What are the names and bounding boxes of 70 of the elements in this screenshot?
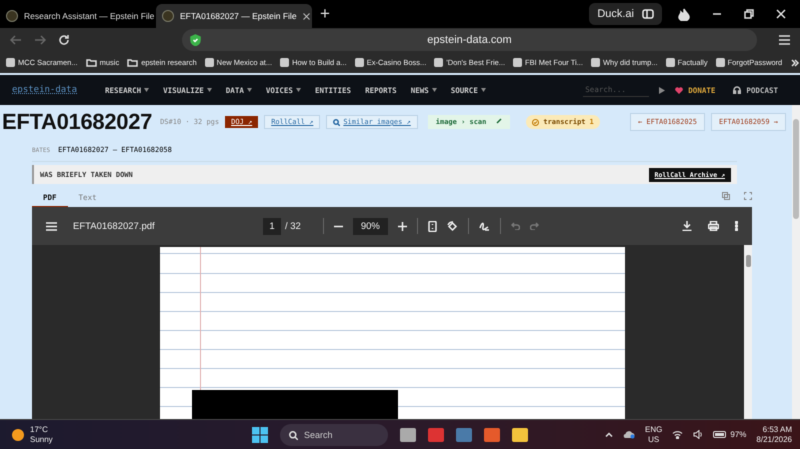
page-scrollbar[interactable] [792,105,800,419]
pdf-filename: EFTA01682027.pdf [73,220,156,232]
menu-icon[interactable] [46,222,57,230]
site-favicon-icon [716,58,725,67]
clock[interactable]: 6:53 AM 8/21/2026 [756,424,792,444]
undo-icon[interactable] [510,222,520,230]
site-favicon-icon [434,58,444,67]
page-total: / 32 [285,220,301,232]
url-text: epstein-data.com [427,34,512,46]
chevron-icon[interactable] [790,58,800,68]
sidebar-icon[interactable] [642,9,654,19]
draw-icon[interactable] [478,221,490,231]
weather-condition: Sunny [30,434,53,444]
search-icon [289,430,298,440]
play-icon[interactable] [659,86,666,94]
tab-favicon-icon [162,10,174,22]
close-icon[interactable] [776,9,786,19]
taskbar-search-field[interactable]: Search [280,424,388,446]
heart-icon [675,86,684,94]
site-favicon-icon [204,58,214,67]
fit-page-icon[interactable] [428,220,437,232]
scrollbar[interactable] [744,245,752,419]
site-favicon-icon [513,58,522,67]
document-title: EFTA01682027 [2,109,152,135]
download-icon[interactable] [682,221,692,231]
weather-widget[interactable]: 17°C Sunny [12,424,252,444]
site-favicon-icon [280,58,290,67]
copy-icon[interactable] [722,192,730,200]
wifi-icon[interactable] [672,430,684,439]
check-circle-icon [532,118,540,126]
windows-start-icon[interactable] [252,426,268,442]
shield-icon [190,34,201,46]
sun-icon [12,428,24,440]
page-number-field[interactable]: 1 [263,218,281,234]
battery-icon[interactable] [713,431,728,438]
restore-icon[interactable] [744,9,754,19]
redo-icon[interactable] [530,222,539,230]
site-favicon-icon [354,58,364,67]
cloud-icon[interactable] [623,430,636,439]
print-icon[interactable] [708,221,719,231]
forward-arrow-icon[interactable] [34,35,46,45]
address-bar[interactable]: epstein-data.com [182,29,757,51]
headphones-icon [733,86,742,94]
site-favicon-icon [6,58,15,67]
site-logo-link[interactable]: epstein-data [12,85,78,95]
browser-tab[interactable]: EFTA01682027 — Epstein File [156,4,312,28]
site-favicon-icon [590,58,600,67]
more-options-icon[interactable] [735,221,738,231]
pencil-icon [496,118,502,124]
rotate-icon[interactable] [446,220,458,232]
menu-icon[interactable] [779,35,790,45]
zoom-level: 90% [352,218,388,234]
fullscreen-icon[interactable] [744,192,752,200]
region-indicator[interactable]: US [645,434,662,444]
zoom-in-icon[interactable] [398,222,407,230]
site-favicon-icon [666,58,675,67]
tab-favicon-icon [6,10,18,22]
reload-icon[interactable] [58,34,70,46]
back-arrow-icon[interactable] [10,35,22,45]
browser-tab[interactable]: Research Assistant — Epstein File [0,4,156,28]
new-tab-button[interactable]: + [320,4,330,24]
temperature: 17°C [30,424,49,434]
battery-percentage: 97% [730,430,746,439]
search-icon [333,118,340,126]
close-icon[interactable] [302,12,310,20]
language-indicator[interactable]: ENG [645,424,662,434]
chevron-up-icon[interactable] [605,432,614,437]
flame-icon[interactable] [678,8,690,20]
duck-ai-button[interactable]: Duck.ai [589,3,662,25]
volume-icon[interactable] [693,430,704,439]
